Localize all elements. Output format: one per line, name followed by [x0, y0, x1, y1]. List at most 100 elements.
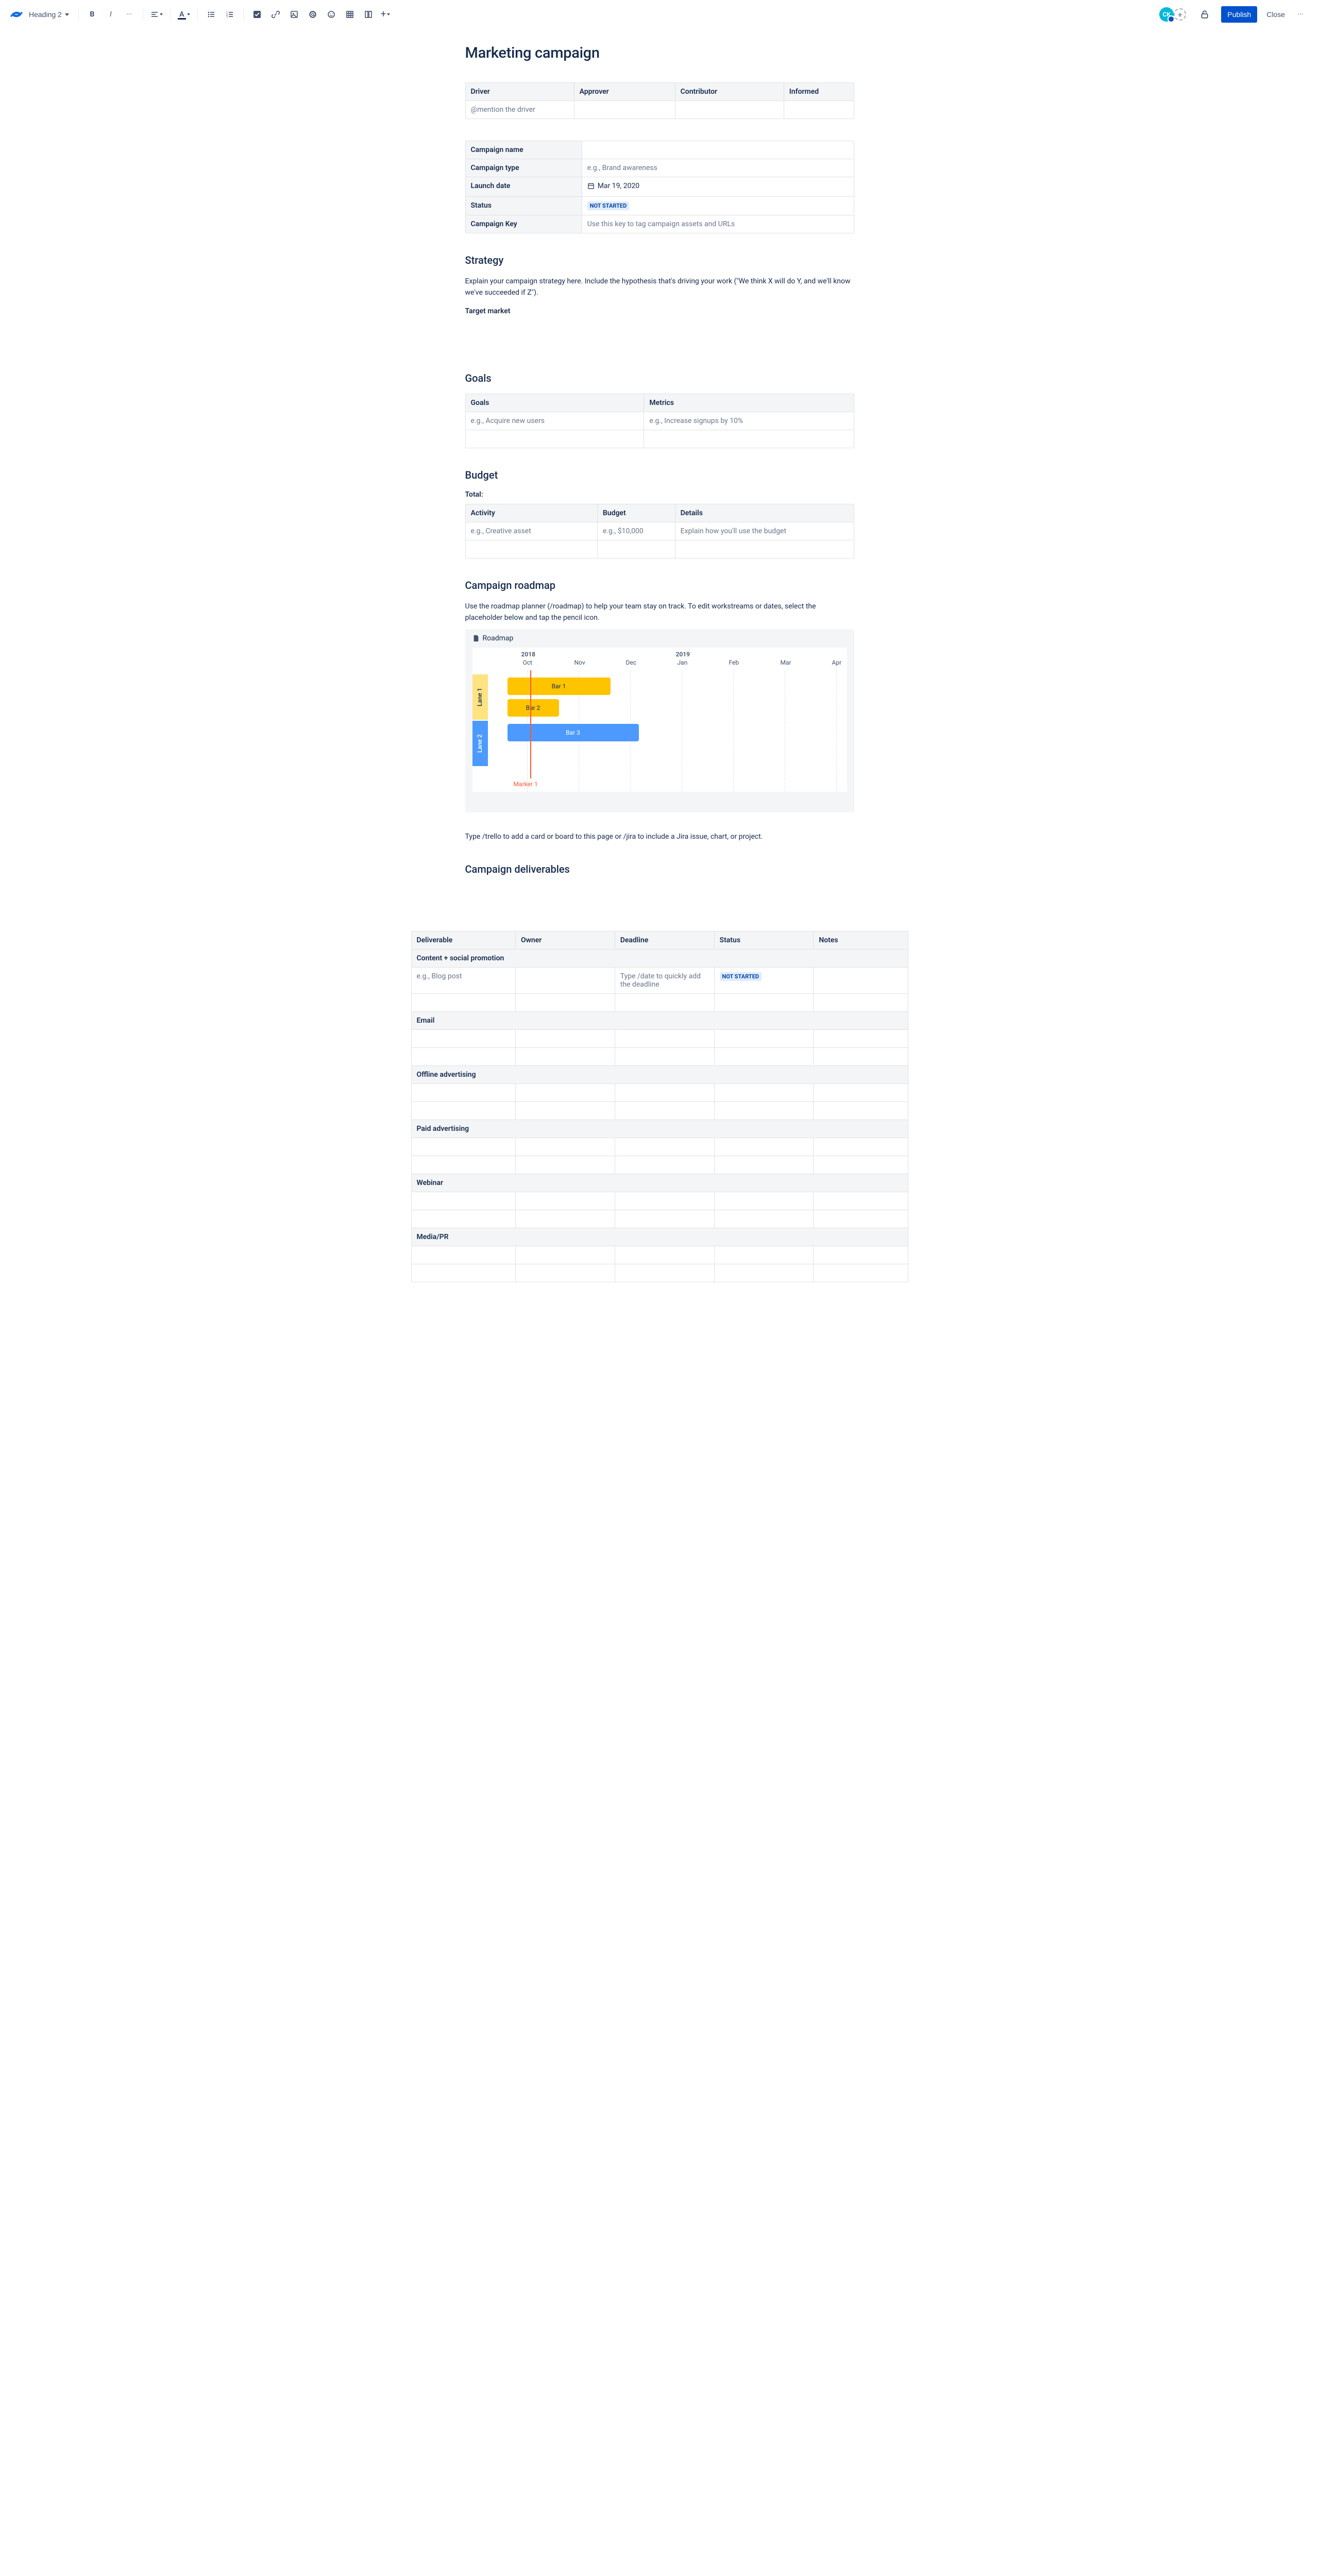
deliv-sample-status[interactable]: NOT STARTED: [714, 967, 814, 993]
goals-sample-metric[interactable]: e.g., Increase signups by 10%: [644, 412, 854, 430]
deliv-sample-owner[interactable]: [515, 967, 615, 993]
cell[interactable]: [615, 1192, 714, 1210]
raci-informed-cell[interactable]: [784, 101, 854, 119]
cell[interactable]: [714, 1029, 814, 1047]
cell[interactable]: [411, 1156, 515, 1174]
budget-table[interactable]: Activity Budget Details e.g., Creative a…: [465, 504, 854, 558]
cell[interactable]: [814, 1101, 908, 1120]
value-launch-date[interactable]: Mar 19, 2020: [582, 177, 854, 197]
cell[interactable]: [814, 1210, 908, 1228]
cell[interactable]: [714, 1264, 814, 1282]
target-market-label[interactable]: Target market: [465, 307, 854, 315]
add-collaborator-button[interactable]: +: [1174, 8, 1186, 21]
cell[interactable]: [714, 1083, 814, 1101]
deliv-sample-notes[interactable]: [814, 967, 908, 993]
cell[interactable]: [714, 1192, 814, 1210]
cell[interactable]: [615, 1101, 714, 1120]
cell[interactable]: [615, 1156, 714, 1174]
layouts-button[interactable]: [360, 6, 377, 23]
raci-contributor-cell[interactable]: [675, 101, 784, 119]
cell[interactable]: [615, 1246, 714, 1264]
raci-approver-cell[interactable]: [574, 101, 675, 119]
italic-button[interactable]: I: [103, 6, 119, 23]
raci-driver-cell[interactable]: @mention the driver: [465, 101, 574, 119]
mention-button[interactable]: [305, 6, 321, 23]
cell[interactable]: [515, 1210, 615, 1228]
deliverables-heading[interactable]: Campaign deliverables: [465, 863, 854, 875]
value-campaign-key[interactable]: Use this key to tag campaign assets and …: [582, 215, 854, 233]
insert-menu-button[interactable]: +: [379, 6, 392, 23]
cell[interactable]: [814, 1156, 908, 1174]
budget-empty-cell[interactable]: [465, 540, 597, 558]
cell[interactable]: [814, 1083, 908, 1101]
value-status[interactable]: NOT STARTED: [582, 197, 854, 215]
cell[interactable]: [515, 1246, 615, 1264]
value-campaign-type[interactable]: e.g., Brand awareness: [582, 159, 854, 177]
cell[interactable]: [411, 1192, 515, 1210]
deliv-section-media[interactable]: Media/PR: [411, 1228, 908, 1246]
table-button[interactable]: [342, 6, 358, 23]
goals-heading[interactable]: Goals: [465, 372, 854, 384]
deliv-section-content[interactable]: Content + social promotion: [411, 949, 908, 967]
cell[interactable]: [411, 1138, 515, 1156]
budget-sample-details[interactable]: Explain how you'll use the budget: [675, 522, 854, 540]
goals-empty-cell[interactable]: [465, 430, 644, 448]
cell[interactable]: [411, 993, 515, 1011]
cell[interactable]: [615, 1210, 714, 1228]
value-campaign-name[interactable]: [582, 141, 854, 159]
cell[interactable]: [515, 1192, 615, 1210]
cell[interactable]: [515, 1047, 615, 1065]
raci-table[interactable]: Driver Approver Contributor Informed @me…: [465, 82, 854, 119]
roadmap-heading[interactable]: Campaign roadmap: [465, 579, 854, 591]
publish-button[interactable]: Publish: [1221, 6, 1257, 23]
budget-sample-budget[interactable]: e.g., $10,000: [597, 522, 675, 540]
cell[interactable]: [615, 1083, 714, 1101]
cell[interactable]: [515, 1138, 615, 1156]
cell[interactable]: [515, 1083, 615, 1101]
numbered-list-button[interactable]: 123: [222, 6, 238, 23]
avatar[interactable]: CK: [1159, 7, 1174, 22]
align-button[interactable]: [148, 6, 165, 23]
cell[interactable]: [814, 993, 908, 1011]
cell[interactable]: [411, 1246, 515, 1264]
goals-table[interactable]: Goals Metrics e.g., Acquire new users e.…: [465, 394, 854, 448]
cell[interactable]: [411, 1264, 515, 1282]
cell[interactable]: [615, 1138, 714, 1156]
roadmap-macro[interactable]: Roadmap 2018 2019 Oct Nov Dec Jan Feb Ma…: [465, 629, 854, 812]
heading-selector[interactable]: Heading 2: [25, 6, 73, 23]
close-button[interactable]: Close: [1261, 6, 1290, 23]
budget-sample-activity[interactable]: e.g., Creative asset: [465, 522, 597, 540]
cell[interactable]: [615, 1029, 714, 1047]
campaign-details-table[interactable]: Campaign name Campaign type e.g., Brand …: [465, 141, 854, 233]
goals-sample-goal[interactable]: e.g., Acquire new users: [465, 412, 644, 430]
strategy-heading[interactable]: Strategy: [465, 254, 854, 266]
cell[interactable]: [615, 1047, 714, 1065]
text-color-button[interactable]: A: [176, 6, 192, 23]
cell[interactable]: [714, 1246, 814, 1264]
roadmap-bar2[interactable]: Bar 2: [508, 699, 559, 717]
cell[interactable]: [615, 993, 714, 1011]
budget-total-label[interactable]: Total:: [465, 490, 854, 499]
cell[interactable]: [814, 1138, 908, 1156]
budget-empty-cell[interactable]: [597, 540, 675, 558]
roadmap-body[interactable]: Use the roadmap planner (/roadmap) to he…: [465, 601, 854, 624]
cell[interactable]: [515, 1264, 615, 1282]
emoji-button[interactable]: [323, 6, 340, 23]
deliv-sample-deadline[interactable]: Type /date to quickly add the deadline: [615, 967, 714, 993]
cell[interactable]: [515, 1101, 615, 1120]
deliv-section-offline[interactable]: Offline advertising: [411, 1065, 908, 1083]
action-item-button[interactable]: [249, 6, 265, 23]
cell[interactable]: [515, 1029, 615, 1047]
cell[interactable]: [411, 1210, 515, 1228]
cell[interactable]: [714, 1156, 814, 1174]
bullet-list-button[interactable]: [203, 6, 219, 23]
deliv-section-webinar[interactable]: Webinar: [411, 1174, 908, 1192]
budget-empty-cell[interactable]: [675, 540, 854, 558]
cell[interactable]: [714, 1138, 814, 1156]
cell[interactable]: [411, 1083, 515, 1101]
cell[interactable]: [714, 1210, 814, 1228]
page-title[interactable]: Marketing campaign: [465, 44, 854, 62]
cell[interactable]: [411, 1047, 515, 1065]
cell[interactable]: [411, 1029, 515, 1047]
deliv-section-email[interactable]: Email: [411, 1011, 908, 1029]
